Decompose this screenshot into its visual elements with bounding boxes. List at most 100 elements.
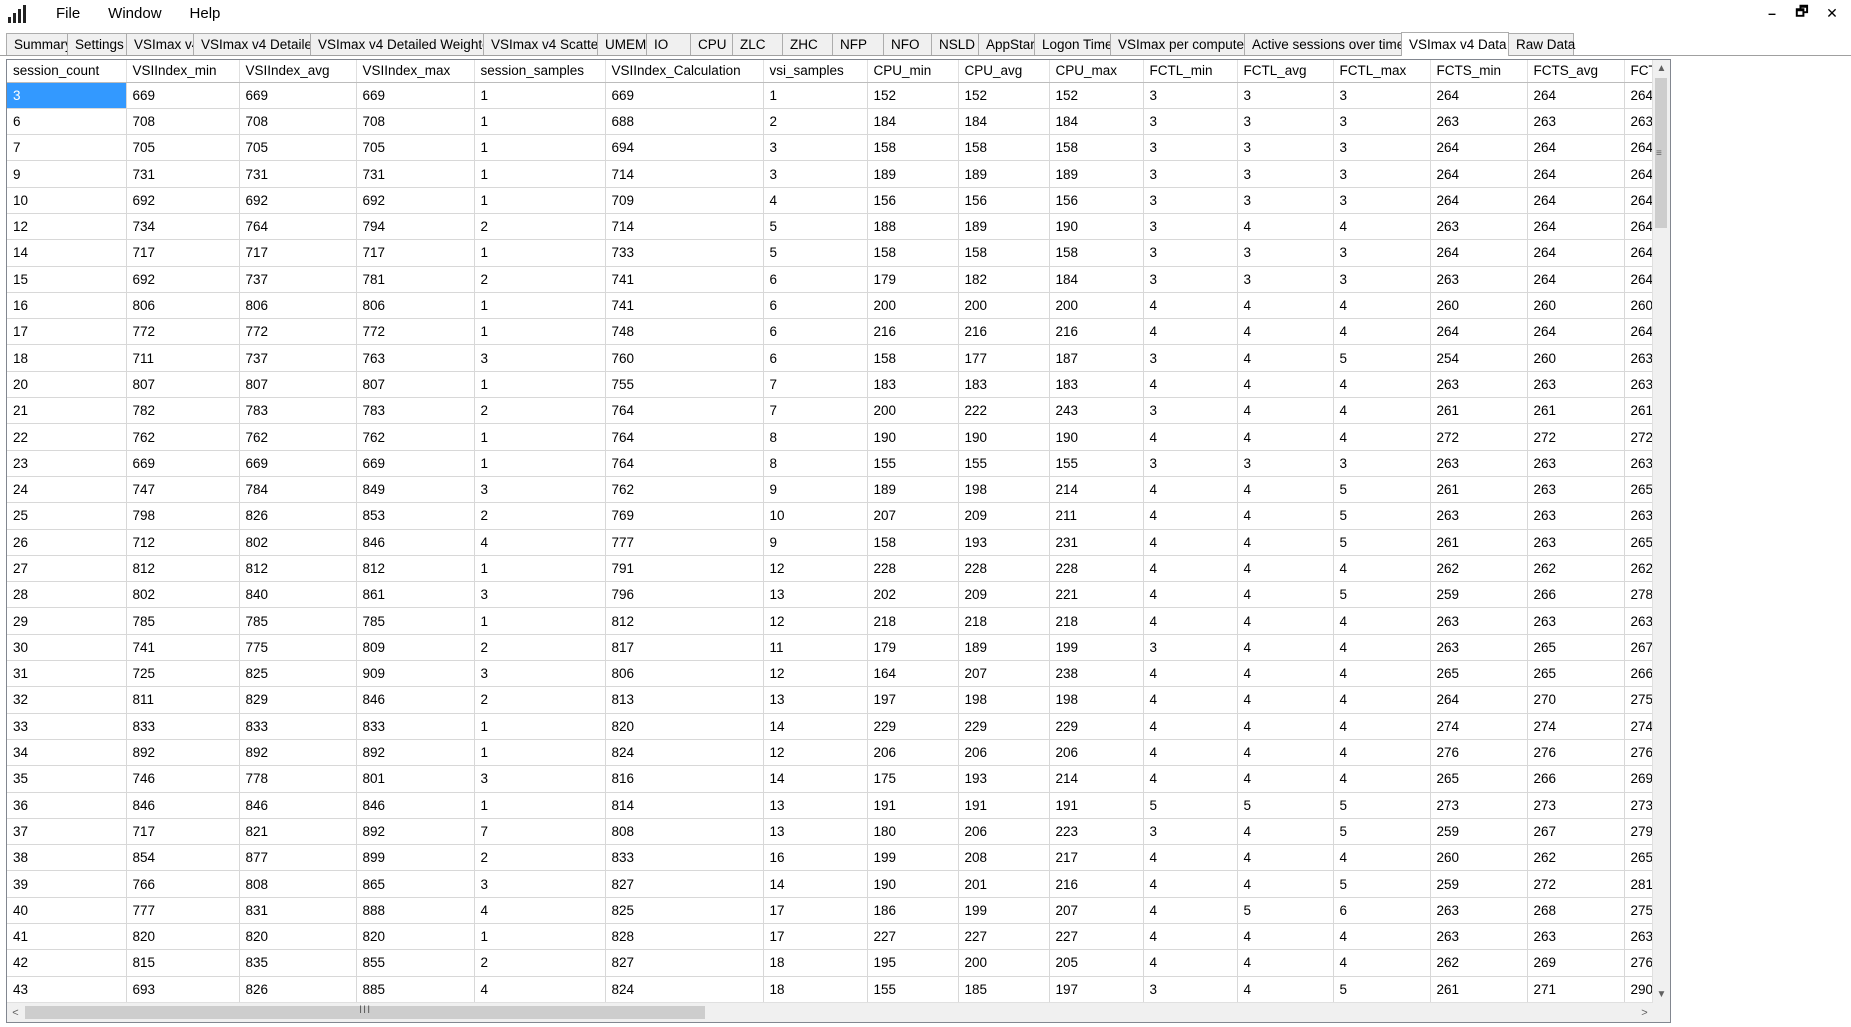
table-cell[interactable]: 5 — [1143, 792, 1238, 819]
table-cell[interactable]: 846 — [356, 529, 475, 556]
table-cell[interactable]: 201 — [958, 870, 1050, 898]
table-cell[interactable]: 4 — [1237, 818, 1334, 846]
table-cell[interactable]: 762 — [239, 423, 357, 451]
table-cell[interactable]: 156 — [958, 187, 1050, 214]
table-row[interactable]: 29 785 785 785 1 812 12 218 218 218 4 4 4 263 263 263 — [7, 607, 1659, 635]
table-cell[interactable]: 274 — [1527, 713, 1625, 740]
column-header-session-count[interactable]: session_count — [7, 60, 127, 83]
table-cell[interactable]: 208 — [958, 844, 1050, 872]
table-cell[interactable]: 42 — [7, 949, 127, 977]
table-cell[interactable]: 692 — [126, 266, 240, 293]
table-cell[interactable]: 4 — [1237, 292, 1334, 320]
table-cell[interactable]: 766 — [126, 870, 240, 898]
table-cell[interactable]: 828 — [605, 923, 764, 951]
table-cell[interactable]: 197 — [1049, 976, 1144, 1003]
table-cell[interactable]: 4 — [1333, 371, 1431, 399]
table-cell[interactable]: 737 — [239, 344, 357, 372]
table-cell[interactable]: 741 — [605, 292, 764, 320]
tab-vsimax-v4-detailed-weighted[interactable]: VSImax v4 Detailed Weighted — [310, 33, 497, 55]
table-cell[interactable]: 189 — [958, 160, 1050, 188]
table-cell[interactable]: 6 — [7, 108, 127, 136]
table-cell[interactable]: 9 — [7, 160, 127, 188]
table-cell[interactable]: 785 — [239, 607, 357, 635]
table-cell[interactable]: 14 — [763, 765, 868, 793]
table-cell[interactable]: 25 — [7, 502, 127, 530]
table-cell[interactable]: 806 — [126, 292, 240, 320]
table-cell[interactable]: 725 — [126, 660, 240, 688]
table-cell[interactable]: 746 — [126, 765, 240, 793]
table-cell[interactable]: 4 — [1143, 371, 1238, 399]
table-cell[interactable]: 3 — [1237, 82, 1334, 109]
table-cell[interactable]: 1 — [474, 108, 606, 136]
table-cell[interactable]: 12 — [763, 607, 868, 635]
table-cell[interactable]: 815 — [126, 949, 240, 977]
table-cell[interactable]: 4 — [1237, 844, 1334, 872]
table-cell[interactable]: 264 — [1527, 318, 1625, 346]
table-row[interactable]: 28 802 840 861 3 796 13 202 209 221 4 4 5 259 266 278 — [7, 581, 1659, 609]
table-cell[interactable]: 692 — [356, 187, 475, 214]
table-cell[interactable]: 184 — [867, 108, 959, 136]
table-cell[interactable]: 158 — [867, 344, 959, 372]
table-cell[interactable]: 29 — [7, 607, 127, 635]
table-cell[interactable]: 4 — [1237, 502, 1334, 530]
table-cell[interactable]: 764 — [605, 397, 764, 425]
table-cell[interactable]: 263 — [1430, 897, 1528, 925]
table-cell[interactable]: 899 — [356, 844, 475, 872]
table-cell[interactable]: 214 — [1049, 476, 1144, 504]
table-cell[interactable]: 5 — [1237, 897, 1334, 925]
table-cell[interactable]: 155 — [958, 450, 1050, 477]
table-cell[interactable]: 265 — [1527, 634, 1625, 662]
table-cell[interactable]: 229 — [867, 713, 959, 740]
table-cell[interactable]: 4 — [1143, 607, 1238, 635]
table-cell[interactable]: 3 — [1333, 134, 1431, 162]
table-cell[interactable]: 806 — [605, 660, 764, 688]
table-cell[interactable]: 5 — [763, 213, 868, 241]
table-cell[interactable]: 831 — [239, 897, 357, 925]
table-cell[interactable]: 2 — [474, 266, 606, 293]
scroll-right-arrow-icon[interactable]: > — [1636, 1003, 1653, 1022]
table-cell[interactable]: 189 — [1049, 160, 1144, 188]
table-cell[interactable]: 17 — [763, 923, 868, 951]
table-cell[interactable]: 262 — [1430, 555, 1528, 583]
table-cell[interactable]: 155 — [867, 976, 959, 1003]
table-cell[interactable]: 772 — [126, 318, 240, 346]
table-cell[interactable]: 3 — [1333, 187, 1431, 214]
table-cell[interactable]: 888 — [356, 897, 475, 925]
table-cell[interactable]: 152 — [958, 82, 1050, 109]
table-cell[interactable]: 263 — [1430, 450, 1528, 477]
table-cell[interactable]: 755 — [605, 371, 764, 399]
table-cell[interactable]: 1 — [474, 318, 606, 346]
table-row[interactable]: 33 833 833 833 1 820 14 229 229 229 4 4 4 274 274 274 — [7, 713, 1659, 740]
tab-nfo[interactable]: NFO — [883, 33, 932, 55]
table-cell[interactable]: 266 — [1527, 765, 1625, 793]
table-cell[interactable]: 708 — [356, 108, 475, 136]
table-cell[interactable]: 24 — [7, 476, 127, 504]
table-cell[interactable]: 18 — [7, 344, 127, 372]
table-cell[interactable]: 4 — [1237, 686, 1334, 714]
table-cell[interactable]: 4 — [1237, 976, 1334, 1003]
table-cell[interactable]: 8 — [763, 423, 868, 451]
table-cell[interactable]: 4 — [1143, 686, 1238, 714]
table-cell[interactable]: 3 — [1237, 134, 1334, 162]
table-cell[interactable]: 6 — [1333, 897, 1431, 925]
table-cell[interactable]: 820 — [239, 923, 357, 951]
table-cell[interactable]: 4 — [1333, 213, 1431, 241]
table-cell[interactable]: 711 — [126, 344, 240, 372]
table-cell[interactable]: 827 — [605, 949, 764, 977]
table-cell[interactable]: 37 — [7, 818, 127, 846]
table-cell[interactable]: 17 — [763, 897, 868, 925]
table-cell[interactable]: 4 — [1333, 423, 1431, 451]
table-cell[interactable]: 833 — [126, 713, 240, 740]
table-cell[interactable]: 714 — [605, 213, 764, 241]
table-cell[interactable]: 846 — [356, 686, 475, 714]
table-cell[interactable]: 261 — [1527, 397, 1625, 425]
table-cell[interactable]: 785 — [126, 607, 240, 635]
table-cell[interactable]: 3 — [1237, 187, 1334, 214]
table-cell[interactable]: 1 — [474, 292, 606, 320]
table-cell[interactable]: 3 — [1333, 82, 1431, 109]
table-cell[interactable]: 4 — [1333, 713, 1431, 740]
table-cell[interactable]: 4 — [1237, 397, 1334, 425]
table-cell[interactable]: 772 — [239, 318, 357, 346]
table-cell[interactable]: 3 — [474, 476, 606, 504]
table-cell[interactable]: 2 — [474, 686, 606, 714]
